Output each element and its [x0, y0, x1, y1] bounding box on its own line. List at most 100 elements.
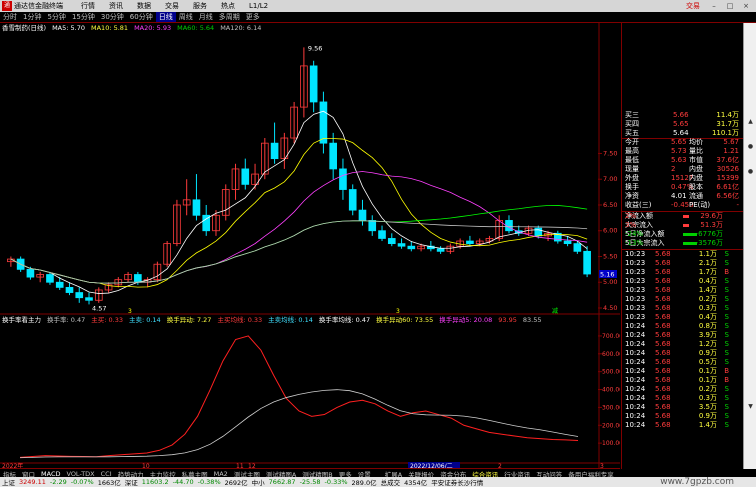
signal-marker-1: 3 — [128, 308, 132, 315]
sz-value: 11603.2 — [141, 478, 169, 486]
website-watermark: www.7gpzb.com — [660, 477, 734, 487]
tick-price: 5.68 — [655, 349, 671, 357]
period-tab-more[interactable]: 更多 — [243, 12, 263, 22]
broker-name[interactable]: 平安证券长沙行情 — [429, 477, 485, 487]
menu-item-news[interactable]: 资讯 — [102, 0, 130, 12]
tick-side: S — [724, 286, 729, 294]
menu-item-quotes[interactable]: 行情 — [74, 0, 102, 12]
zx-amount: 289.0亿 — [351, 479, 377, 487]
tick-time: 10:24 — [625, 412, 646, 420]
close-icon[interactable]: × — [740, 0, 752, 12]
period-tab-5min[interactable]: 5分钟 — [44, 12, 68, 22]
scroll-btn-2[interactable]: ● — [746, 168, 755, 176]
period-tab-1min[interactable]: 1分钟 — [20, 12, 44, 22]
quote-label-2: 量比 — [689, 147, 703, 155]
tick-side: S — [724, 259, 729, 267]
turnover-avg-line — [19, 389, 579, 459]
tick-side: S — [724, 304, 729, 312]
quote-volume: 31.7万 — [716, 120, 739, 128]
menu-item-service[interactable]: 服务 — [186, 0, 214, 12]
tick-volume: 1.4万 — [698, 421, 717, 429]
tick-volume: 0.2万 — [698, 295, 717, 303]
period-tab-15min[interactable]: 15分钟 — [69, 12, 98, 22]
period-tab-multi[interactable]: 多周期 — [216, 12, 243, 22]
tick-time: 10:23 — [625, 250, 646, 258]
trade-button[interactable]: 交易 — [682, 0, 704, 12]
tick-side: S — [724, 331, 729, 339]
tick-time: 10:24 — [625, 331, 646, 339]
quote-label: 最高 — [625, 147, 639, 155]
flow-row: 5日净流入额 -6776万 -24% — [625, 230, 741, 239]
tick-row: 10:23 5.68 0.4万 S — [625, 313, 741, 322]
tick-row: 10:23 5.68 0.4万 S — [625, 277, 741, 286]
quote-value-2: 37.6亿 — [716, 156, 739, 164]
period-tab-daily[interactable]: 日线 — [155, 12, 176, 22]
flow-value: 29.6万 — [700, 212, 723, 220]
flow-row: 净流入额 29.6万 2% — [625, 212, 741, 221]
zx-name[interactable]: 中小 — [250, 477, 267, 487]
tick-volume: 0.9万 — [698, 412, 717, 420]
period-tab-intraday[interactable]: 分时 — [0, 12, 20, 22]
candlestick-svg: 7.50 7.00 6.50 6.00 5.50 5.00 4.50 9.56 4.57 5.16… — [0, 23, 620, 315]
index-status-bar: 上证 3249.11 -2.29 -0.07% 1663亿 深证 11603.2… — [0, 477, 756, 487]
tick-row: 10:23 5.68 0.3万 S — [625, 304, 741, 313]
sub-axis-label: 600.00 — [602, 351, 620, 358]
menu-item-data[interactable]: 数据 — [130, 0, 158, 12]
candle-body — [573, 243, 582, 252]
tick-price: 5.68 — [655, 313, 671, 321]
app-logo-icon: 通 — [2, 1, 12, 11]
maximize-icon[interactable]: □ — [724, 0, 736, 12]
tick-price: 5.68 — [655, 403, 671, 411]
scroll-down-icon[interactable]: ▼ — [746, 403, 755, 411]
tick-time: 10:24 — [625, 349, 646, 357]
scroll-up-icon[interactable]: ▲ — [746, 118, 755, 126]
scroll-btn-1[interactable]: ● — [746, 143, 755, 151]
period-tab-monthly[interactable]: 月线 — [196, 12, 216, 22]
candle-body — [387, 238, 396, 245]
sh-name[interactable]: 上证 — [0, 477, 17, 487]
flow-value: -3576万 — [695, 239, 723, 247]
candle-body — [65, 286, 74, 293]
side-scrollbar[interactable]: ▲ ● ● ▼ — [743, 23, 756, 469]
quote-row: 收益(三) -0.450 PE(动) - — [625, 201, 741, 210]
quote-value-2: 15399 — [716, 174, 739, 182]
quote-label: 买五 — [625, 129, 639, 137]
sz-name[interactable]: 深证 — [123, 477, 140, 487]
turnover-indicator-chart[interactable]: 换手率看主力 换手率: 0.47 主买: 0.33 主卖: 0.14 换手异动:… — [0, 315, 620, 469]
quote-row: 净资 4.01 流通 6.56亿 — [625, 192, 741, 201]
tick-time: 10:24 — [625, 358, 646, 366]
tick-side: B — [724, 376, 729, 384]
tick-side: S — [724, 295, 729, 303]
quote-price: 5.65 — [673, 120, 689, 128]
quote-row: 买四 5.65 31.7万 — [625, 120, 741, 129]
tick-side: S — [724, 277, 729, 285]
period-tab-weekly[interactable]: 周线 — [176, 12, 196, 22]
tick-volume: 0.1万 — [698, 376, 717, 384]
ma10-line — [10, 138, 588, 288]
menu-item-hotspot[interactable]: 热点 — [214, 0, 242, 12]
candle-body — [407, 245, 416, 250]
tick-row: 10:24 5.68 3.5万 S — [625, 403, 741, 412]
candle-body — [270, 142, 279, 160]
tick-volume: 0.4万 — [698, 277, 717, 285]
candle-body — [134, 274, 142, 283]
price-axis-label: 6.50 — [603, 201, 617, 209]
tick-time: 10:23 — [625, 259, 646, 267]
period-tab-30min[interactable]: 30分钟 — [98, 12, 127, 22]
quote-value-2: 6.61亿 — [716, 183, 739, 191]
menu-item-trade[interactable]: 交易 — [158, 0, 186, 12]
tick-row: 10:24 5.68 0.3万 S — [625, 394, 741, 403]
period-tab-60min[interactable]: 60分钟 — [127, 12, 156, 22]
tick-volume: 1.7万 — [698, 268, 717, 276]
minimize-icon[interactable]: – — [708, 0, 720, 12]
price-axis-label: 4.50 — [603, 304, 617, 312]
zx-change: -25.58 — [299, 478, 321, 486]
quote-label-2: 股本 — [689, 183, 703, 191]
menu-item-level2[interactable]: L1/L2 — [242, 0, 275, 12]
last-price-tag: 5.16 — [600, 271, 614, 279]
tick-price: 5.68 — [655, 385, 671, 393]
candlestick-chart[interactable]: 香雪制药(日线) MA5: 5.70 MA10: 5.81 MA20: 5.93… — [0, 23, 620, 315]
tick-volume: 1.4万 — [698, 286, 717, 294]
tick-price: 5.68 — [655, 331, 671, 339]
quote-volume: 110.1万 — [711, 129, 739, 137]
